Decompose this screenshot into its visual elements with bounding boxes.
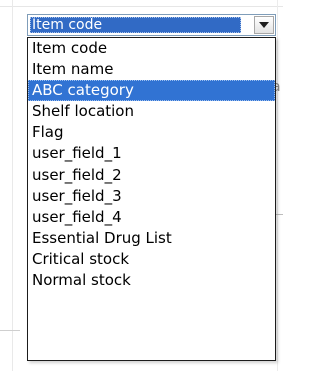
option-normal-stock[interactable]: Normal stock	[28, 270, 275, 291]
option-user-field-3[interactable]: user_field_3	[28, 186, 275, 207]
dropdown-list[interactable]: Item code Item name ABC category Shelf l…	[27, 37, 276, 361]
background-divider-left	[12, 0, 13, 371]
option-critical-stock[interactable]: Critical stock	[28, 249, 275, 270]
option-user-field-4[interactable]: user_field_4	[28, 207, 275, 228]
option-user-field-2[interactable]: user_field_2	[28, 165, 275, 186]
option-item-code[interactable]: Item code	[28, 38, 275, 59]
background-divider-top	[0, 6, 283, 7]
option-item-name[interactable]: Item name	[28, 59, 275, 80]
option-shelf-location[interactable]: Shelf location	[28, 101, 275, 122]
option-essential-drug-list[interactable]: Essential Drug List	[28, 228, 275, 249]
background-divider-right	[277, 0, 278, 371]
dropdown-button[interactable]	[254, 16, 274, 34]
option-abc-category[interactable]: ABC category	[28, 80, 275, 102]
background-divider-bottom	[0, 330, 20, 331]
option-user-field-1[interactable]: user_field_1	[28, 143, 275, 164]
chevron-down-icon	[259, 22, 269, 28]
option-flag[interactable]: Flag	[28, 122, 275, 143]
combobox-selected-value[interactable]: Item code	[30, 17, 241, 33]
sort-by-combobox[interactable]: Item code	[27, 14, 276, 36]
